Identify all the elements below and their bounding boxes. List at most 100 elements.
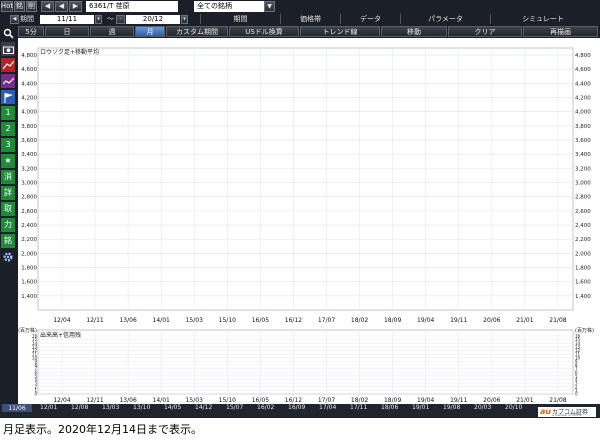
tab-stock[interactable]: 銘 [14,1,25,12]
price-tick-label: 4,200 [21,96,37,102]
sidebar-item-power[interactable]: 力 [1,218,15,232]
footer-date-label: 19/01 [412,404,430,411]
price-tick-label-right: 1,800 [575,266,591,272]
price-tick-label: 4,400 [21,81,37,87]
footer-date-label: 16/09 [288,404,306,411]
volume-x-tick-label: 18/02 [351,397,368,404]
tab-redraw[interactable]: 再描画 [523,26,598,37]
tab-5min[interactable]: 5分 [18,26,44,37]
volume-x-tick-label: 14/01 [153,397,170,404]
x-tick-label: 19/04 [417,317,434,324]
tab-trendline[interactable]: トレンド線 [300,26,380,37]
chevron-left-icon[interactable]: ◀ [10,15,19,24]
footer-date-label: 20/03 [474,404,492,411]
price-tick-label-right: 2,200 [575,237,591,243]
x-tick-label: 12/04 [53,317,70,324]
price-tick-label: 3,600 [21,138,37,144]
chevron-down-icon[interactable]: ▼ [264,1,275,12]
arrow-right-icon[interactable]: ▶ [69,1,82,12]
price-tick-label: 4,600 [21,67,37,73]
price-tick-label-right: 1,400 [575,294,591,300]
flag-icon[interactable] [1,90,15,104]
volume-x-tick-label: 15/10 [219,397,236,404]
volume-x-tick-label: 21/01 [516,397,533,404]
arrow-left-icon[interactable]: ◀ [41,1,54,12]
price-tick-label: 4,000 [21,110,37,116]
spinner-icon[interactable]: ▾ [181,15,188,24]
menu-data[interactable]: データ [340,14,400,24]
sidebar-item-trade[interactable]: 取 [1,202,15,216]
price-tick-label: 2,600 [21,209,37,215]
price-tick-label-right: 2,400 [575,223,591,229]
minus-icon[interactable]: - [116,15,125,24]
volume-tick-label: 16 [32,334,38,339]
x-tick-label: 21/01 [516,317,533,324]
x-tick-label: 16/05 [252,317,269,324]
arrow-left-icon[interactable]: ◀ [55,1,68,12]
tab-hot[interactable]: Hot [1,1,13,12]
menu-parameter[interactable]: パラメータ [400,14,490,24]
chart-area[interactable]: ロウソク足+移動平均 1,400 1,400 1,600 1,600 1,800 1,800… [18,38,600,418]
tab-clear[interactable]: クリア [448,26,522,37]
menu-price-range[interactable]: 価格帯 [280,14,340,24]
x-tick-label: 18/02 [351,317,368,324]
price-tick-label-right: 2,600 [575,209,591,215]
menu-simulate[interactable]: シミュレート [490,14,595,24]
volume-x-tick-label: 18/09 [384,397,401,404]
sidebar-item-stock[interactable]: 銘 [1,234,15,248]
period-end-field[interactable]: 20/12 [126,15,180,24]
x-tick-label: 20/06 [483,317,500,324]
brand-sub: a member of MUFG [552,413,582,417]
gear-icon[interactable] [1,250,15,264]
price-panel [37,47,574,311]
price-tick-label-right: 4,800 [575,53,591,59]
volume-x-tick-label: 13/06 [119,397,136,404]
tab-custom-period[interactable]: カスタム期間 [166,26,228,37]
menu-period[interactable]: 期間 [200,14,280,24]
volume-x-tick-label: 15/03 [186,397,203,404]
sidebar-item-3[interactable]: 3 [1,138,15,152]
footer-date-label: 13/03 [102,404,120,411]
x-tick-label: 14/01 [153,317,170,324]
footer-date-label: 13/10 [133,404,151,411]
search-icon[interactable] [1,26,15,40]
price-tick-label-right: 4,000 [575,110,591,116]
footer-date-axis: 12/01 12/08 13/03 13/10 14/05 14/12 15/07 16/02… [0,404,540,418]
code-input[interactable]: 6361/T 荏原 [86,1,178,12]
period-start-field[interactable]: 11/11 [40,15,94,24]
tab-move[interactable]: 移動 [381,26,447,37]
footer-date-label: 12/08 [71,404,89,411]
sidebar-item-1[interactable]: 1 [1,106,15,120]
footer-date-label: 14/12 [195,404,213,411]
tab-delete[interactable]: 削 [26,1,37,12]
tab-weekly[interactable]: 週 [90,26,134,37]
tab-daily[interactable]: 日 [45,26,89,37]
price-tick-label: 3,400 [21,152,37,158]
candle-chart-icon[interactable] [1,74,15,88]
stock-chart[interactable]: ロウソク足+移動平均 1,400 1,400 1,600 1,600 1,800 1,800… [18,38,600,418]
trading-app-window: Hot 銘 削 ◀ ◀ ▶ 6361/T 荏原 全ての銘柄 ▼ 期間 ◀ 11/… [0,0,600,418]
price-tick-label-right: 2,800 [575,195,591,201]
price-tick-label-right: 4,600 [575,67,591,73]
tab-usd-convert[interactable]: USドル換算 [229,26,299,37]
period-label: 期間 [20,15,34,23]
market-select[interactable]: 全ての銘柄 [194,1,264,12]
volume-x-tick-label: 19/04 [417,397,434,404]
price-tick-label-right: 4,400 [575,81,591,87]
footer-date-label: 17/11 [350,404,368,411]
x-tick-label: 15/10 [219,317,236,324]
camera-icon[interactable] [1,42,15,56]
brand-mark: au [540,407,552,416]
line-chart-icon[interactable] [1,58,15,72]
sidebar-item-2[interactable]: 2 [1,122,15,136]
price-tick-label: 1,400 [21,294,37,300]
tab-monthly[interactable]: 月 [135,26,165,37]
x-tick-label: 12/11 [86,317,103,324]
footer-date-label: 20/10 [505,404,523,411]
sidebar-item-erase[interactable]: 消 [1,170,15,184]
star-icon[interactable]: ★ [1,154,15,168]
sidebar-item-detail[interactable]: 詳 [1,186,15,200]
price-tick-label-right: 1,600 [575,280,591,286]
spinner-icon[interactable]: ▾ [95,15,102,24]
price-panel-title: ロウソク足+移動平均 [40,48,99,56]
